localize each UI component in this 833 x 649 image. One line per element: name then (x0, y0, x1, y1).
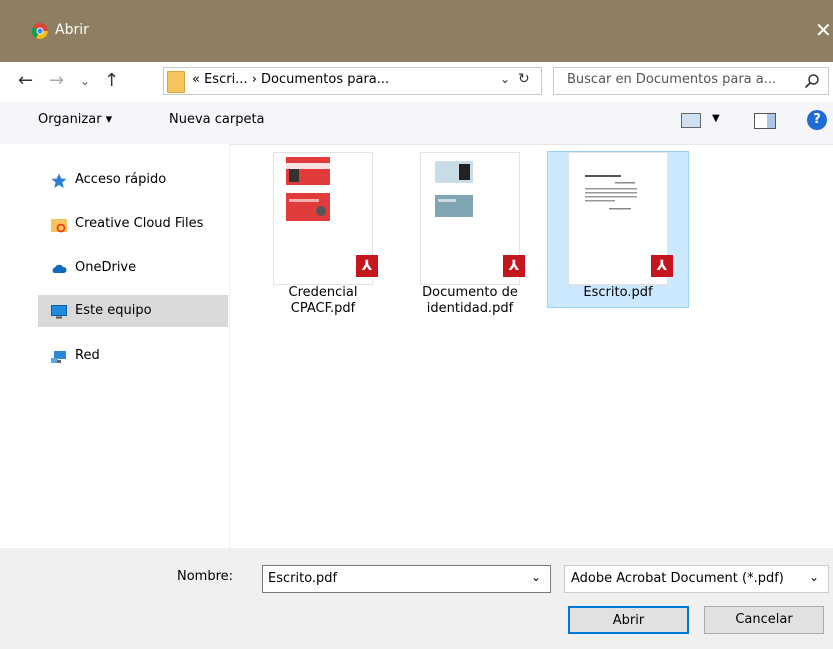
sidebar-item-onedrive[interactable]: OneDrive (38, 252, 228, 284)
view-options-icon[interactable] (681, 113, 701, 128)
sidebar-item-creative-cloud[interactable]: Creative Cloud Files (38, 208, 228, 240)
open-button[interactable]: Abrir (568, 606, 689, 634)
pdf-icon: ⅄ (503, 255, 525, 277)
new-folder-button[interactable]: Nueva carpeta (169, 112, 265, 127)
close-icon[interactable]: ✕ (815, 18, 832, 42)
sidebar-item-quick-access[interactable]: Acceso rápido (38, 164, 228, 196)
view-dropdown-icon[interactable]: ▼ (712, 113, 720, 124)
search-input[interactable]: Buscar en Documentos para a... (553, 67, 829, 95)
address-bar[interactable]: « Escri... › Documentos para... ⌄ ↻ (163, 67, 542, 95)
preview-pane-icon[interactable] (754, 113, 776, 129)
file-name: Credencial CPACF.pdf (288, 285, 358, 316)
star-icon (51, 173, 67, 188)
file-name: Escrito.pdf (583, 285, 653, 300)
file-item-credencial[interactable]: ⅄ Credencial CPACF.pdf (273, 152, 378, 317)
file-type-value[interactable]: Adobe Acrobat Document (*.pdf) (571, 571, 784, 586)
pane-divider[interactable] (229, 144, 230, 548)
chevron-down-icon[interactable]: ⌄ (500, 72, 510, 86)
sidebar-item-label: OneDrive (75, 260, 137, 275)
computer-icon (51, 305, 67, 319)
sidebar-item-label: Red (75, 348, 100, 363)
organize-menu-button[interactable]: Organizar ▾ (38, 112, 112, 127)
file-name-input[interactable]: Escrito.pdf ⌄ (262, 565, 551, 593)
chevron-down-icon[interactable]: ⌄ (807, 570, 820, 584)
sidebar-item-network[interactable]: Red (38, 340, 228, 372)
file-name-label: Nombre: (177, 569, 234, 584)
breadcrumb[interactable]: « Escri... › Documentos para... (192, 72, 389, 87)
chrome-icon (32, 23, 48, 39)
refresh-icon[interactable]: ↻ (518, 71, 530, 87)
toolbar (0, 102, 833, 145)
sidebar-item-label: Acceso rápido (75, 172, 167, 187)
chevron-down-icon[interactable]: ⌄ (531, 570, 541, 584)
cancel-button[interactable]: Cancelar (704, 606, 824, 634)
file-item-escrito[interactable]: ⅄ Escrito.pdf (568, 152, 673, 301)
window-title: Abrir (55, 22, 89, 38)
help-icon[interactable]: ? (807, 110, 827, 130)
file-name: Documento de identidad.pdf (422, 285, 518, 316)
back-arrow-icon[interactable]: ← (18, 70, 33, 91)
sidebar-item-this-pc[interactable]: Este equipo (38, 295, 228, 327)
creative-cloud-folder-icon (51, 219, 67, 233)
file-item-documento-identidad[interactable]: ⅄ Documento de identidad.pdf (420, 152, 525, 317)
search-icon[interactable] (804, 73, 820, 89)
title-bar: Abrir ✕ (0, 0, 833, 62)
network-icon (51, 351, 66, 363)
forward-arrow-icon[interactable]: → (49, 70, 64, 91)
recent-locations-chevron-icon[interactable]: ⌄ (80, 74, 90, 88)
folder-icon (167, 71, 185, 93)
file-type-select[interactable]: Adobe Acrobat Document (*.pdf) ⌄ (564, 565, 829, 593)
search-placeholder: Buscar en Documentos para a... (567, 72, 777, 87)
pdf-icon: ⅄ (651, 255, 673, 277)
up-arrow-icon[interactable]: ↑ (104, 70, 119, 91)
sidebar-item-label: Creative Cloud Files (75, 216, 204, 231)
cloud-icon (52, 264, 67, 273)
file-name-value[interactable]: Escrito.pdf (268, 571, 337, 586)
sidebar-item-label: Este equipo (75, 303, 152, 318)
pdf-icon: ⅄ (356, 255, 378, 277)
